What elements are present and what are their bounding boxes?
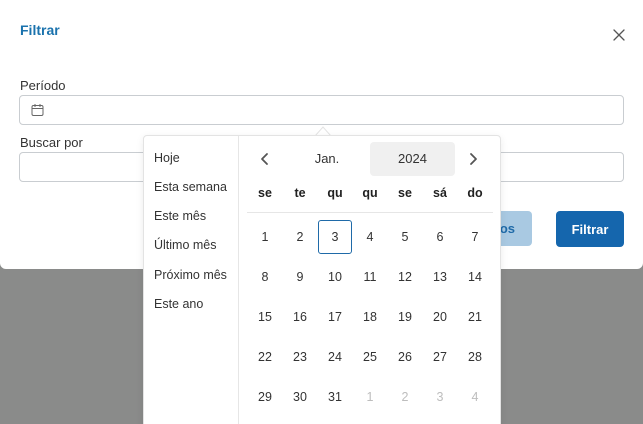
- weekday-header: se: [398, 186, 412, 200]
- calendar-day-outside[interactable]: 1: [353, 380, 387, 414]
- range-this-year[interactable]: Este ano: [154, 297, 203, 311]
- weekday-header: se: [258, 186, 272, 200]
- calendar-day[interactable]: 17: [318, 300, 352, 334]
- search-label: Buscar por: [20, 135, 83, 150]
- period-input[interactable]: [20, 96, 623, 124]
- prev-month-button[interactable]: [258, 151, 272, 167]
- range-this-week[interactable]: Esta semana: [154, 180, 227, 194]
- filter-button[interactable]: Filtrar: [556, 211, 624, 247]
- calendar-day[interactable]: 10: [318, 260, 352, 294]
- weekday-header: te: [294, 186, 306, 200]
- calendar-day[interactable]: 13: [423, 260, 457, 294]
- month-selector[interactable]: Jan.: [287, 142, 367, 176]
- calendar-day[interactable]: 30: [283, 380, 317, 414]
- close-icon: [613, 29, 625, 41]
- calendar-day[interactable]: 2: [283, 220, 317, 254]
- calendar-day[interactable]: 4: [353, 220, 387, 254]
- range-next-month[interactable]: Próximo mês: [154, 268, 227, 282]
- calendar-day[interactable]: 11: [353, 260, 387, 294]
- period-field[interactable]: [19, 95, 624, 125]
- calendar-day[interactable]: 29: [248, 380, 282, 414]
- calendar-day[interactable]: 25: [353, 340, 387, 374]
- calendar-day[interactable]: 8: [248, 260, 282, 294]
- calendar-divider: [247, 212, 493, 213]
- calendar-day[interactable]: 21: [458, 300, 492, 334]
- calendar-icon: [31, 103, 44, 117]
- calendar-day[interactable]: 16: [283, 300, 317, 334]
- calendar-day[interactable]: 18: [353, 300, 387, 334]
- calendar-day-outside[interactable]: 4: [458, 380, 492, 414]
- calendar-day[interactable]: 20: [423, 300, 457, 334]
- calendar-day[interactable]: 15: [248, 300, 282, 334]
- weekday-header: sá: [433, 186, 447, 200]
- weekday-header: qu: [362, 186, 378, 200]
- weekday-header: do: [467, 186, 483, 200]
- range-this-month[interactable]: Este mês: [154, 209, 206, 223]
- modal-title: Filtrar: [20, 22, 60, 38]
- calendar-day[interactable]: 27: [423, 340, 457, 374]
- calendar-day-outside[interactable]: 2: [388, 380, 422, 414]
- calendar-day[interactable]: 26: [388, 340, 422, 374]
- range-today[interactable]: Hoje: [154, 151, 180, 165]
- calendar-day[interactable]: 14: [458, 260, 492, 294]
- calendar-day[interactable]: 9: [283, 260, 317, 294]
- range-last-month[interactable]: Último mês: [154, 238, 217, 252]
- date-picker-popover: Hoje Esta semana Este mês Último mês Pró…: [143, 135, 501, 424]
- calendar-day[interactable]: 6: [423, 220, 457, 254]
- chevron-left-icon: [261, 153, 268, 165]
- calendar-day[interactable]: 24: [318, 340, 352, 374]
- calendar-day[interactable]: 22: [248, 340, 282, 374]
- calendar-day[interactable]: 7: [458, 220, 492, 254]
- calendar-day[interactable]: 19: [388, 300, 422, 334]
- calendar-day[interactable]: 5: [388, 220, 422, 254]
- calendar-day[interactable]: 3: [318, 220, 352, 254]
- weekday-header: qu: [327, 186, 343, 200]
- calendar-day[interactable]: 31: [318, 380, 352, 414]
- period-label: Período: [20, 78, 66, 93]
- year-selector[interactable]: 2024: [370, 142, 455, 176]
- range-presets: Hoje Esta semana Este mês Último mês Pró…: [144, 136, 239, 424]
- calendar-day[interactable]: 23: [283, 340, 317, 374]
- calendar-day[interactable]: 28: [458, 340, 492, 374]
- chevron-right-icon: [470, 153, 477, 165]
- next-month-button[interactable]: [466, 151, 480, 167]
- calendar-day-outside[interactable]: 3: [423, 380, 457, 414]
- close-button[interactable]: [611, 27, 627, 43]
- calendar-day[interactable]: 12: [388, 260, 422, 294]
- calendar-day[interactable]: 1: [248, 220, 282, 254]
